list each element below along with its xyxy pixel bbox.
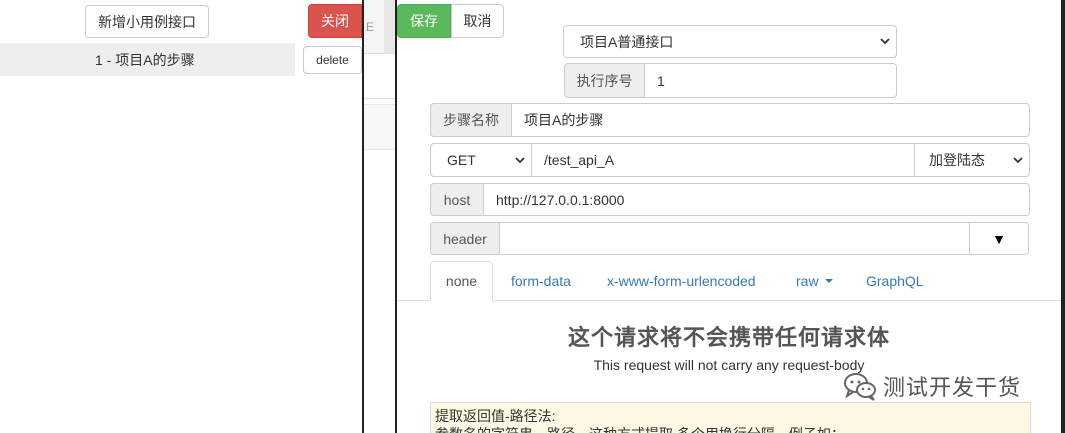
tab-x-www-form-urlencoded[interactable]: x-www-form-urlencoded xyxy=(607,261,756,301)
wechat-icon xyxy=(844,373,876,401)
extract-help-line: 提取返回值-路径法: xyxy=(435,408,556,424)
caret-down-icon xyxy=(824,279,833,283)
delete-step-button[interactable]: delete xyxy=(303,46,362,74)
tab-none[interactable]: none xyxy=(430,261,493,301)
interface-select-value: 项目A普通接口 xyxy=(580,33,674,50)
tab-form-data[interactable]: form-data xyxy=(511,261,571,301)
background-divider xyxy=(364,98,395,99)
step-name-input[interactable]: 项目A的步骤 xyxy=(511,103,1030,137)
close-button[interactable]: 关闭 xyxy=(308,4,362,38)
header-label: header xyxy=(430,222,500,255)
login-state-select[interactable]: 加登陆态 xyxy=(914,143,1030,177)
save-button[interactable]: 保存 xyxy=(397,4,451,38)
step-item-label: 1 - 项目A的步骤 xyxy=(95,51,195,68)
chevron-down-icon xyxy=(509,156,531,164)
header-input[interactable] xyxy=(499,222,970,255)
background-row xyxy=(364,104,395,150)
host-input[interactable]: http://127.0.0.1:8000 xyxy=(483,183,1030,216)
extract-help-box: 提取返回值-路径法: 参数名的字符串，路径，这种方式提取 多个用换行分隔，例子如… xyxy=(430,402,1031,433)
extract-help-line: 参数名的字符串，路径，这种方式提取 多个用换行分隔，例子如： xyxy=(435,425,1026,433)
chevron-down-icon xyxy=(874,38,896,45)
background-glyph: E xyxy=(366,20,375,34)
tab-raw-label: raw xyxy=(796,273,819,289)
panel-edge xyxy=(1061,0,1065,433)
path-input[interactable]: /test_api_A xyxy=(531,143,915,177)
order-label: 执行序号 xyxy=(564,63,645,98)
watermark: 测试开发干货 xyxy=(843,370,1021,402)
watermark-text: 测试开发干货 xyxy=(883,376,1022,401)
step-list-item[interactable]: 1 - 项目A的步骤 xyxy=(0,43,295,76)
cancel-button[interactable]: 取消 xyxy=(451,4,504,38)
add-interface-button[interactable]: 新增小用例接口 xyxy=(85,5,209,38)
background-page-strip xyxy=(364,0,395,433)
empty-body-title: 这个请求将不会携带任何请求体 xyxy=(567,325,890,350)
tab-raw[interactable]: raw xyxy=(796,261,833,301)
method-select-value: GET xyxy=(447,152,476,168)
method-select[interactable]: GET xyxy=(430,143,532,177)
interface-select[interactable]: 项目A普通接口 xyxy=(563,25,897,58)
tab-graphql[interactable]: GraphQL xyxy=(866,261,924,301)
login-state-value: 加登陆态 xyxy=(929,152,985,168)
chevron-down-icon xyxy=(1007,156,1029,164)
order-input[interactable]: 1 xyxy=(644,63,897,98)
background-header-edge xyxy=(384,0,395,54)
host-label: host xyxy=(430,183,484,216)
step-name-label: 步骤名称 xyxy=(430,103,512,137)
header-toggle-button[interactable]: ▼ xyxy=(969,222,1029,255)
